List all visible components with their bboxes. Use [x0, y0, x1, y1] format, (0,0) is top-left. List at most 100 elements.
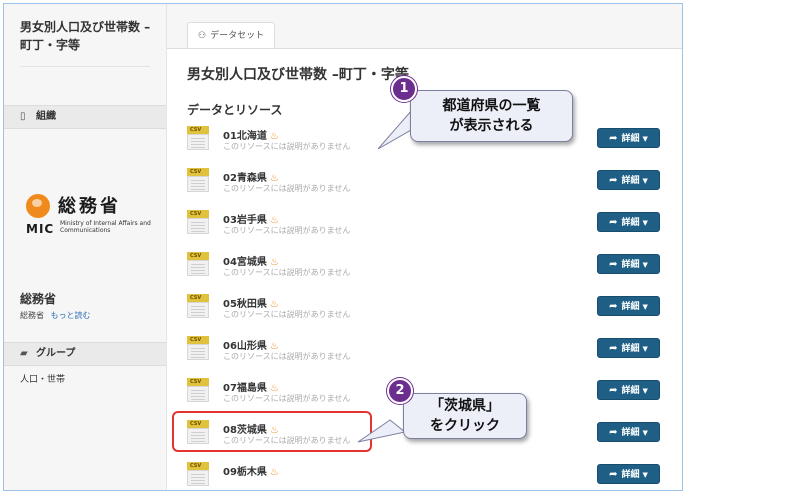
csv-file-icon: CSV — [187, 462, 209, 486]
caret-down-icon: ▼ — [642, 177, 648, 185]
caret-down-icon: ▼ — [642, 345, 648, 353]
sitemap-icon: ⚇ — [198, 31, 207, 41]
share-arrow-icon: ➦ — [609, 343, 618, 354]
details-button-label: 詳細 — [621, 386, 640, 396]
file-format-label: CSV — [187, 462, 209, 470]
step-badge-2: 2 — [387, 378, 413, 404]
tab-dataset[interactable]: ⚇ データセット — [187, 22, 276, 48]
org-logo[interactable]: 総務省 MIC Ministry of Internal Affairs and… — [26, 190, 156, 240]
details-button-label: 詳細 — [621, 302, 640, 312]
details-button[interactable]: ➦ 詳細 ▼ — [597, 422, 660, 442]
resource-description: このリソースには説明がありません — [223, 310, 351, 319]
resource-row[interactable]: CSV 05秋田県 ♨ このリソースには説明がありません ➦ 詳細 ▼ — [187, 292, 677, 326]
caret-down-icon: ▼ — [642, 471, 648, 479]
share-arrow-icon: ➦ — [609, 175, 618, 186]
file-format-label: CSV — [187, 126, 209, 134]
caret-down-icon: ▼ — [642, 303, 648, 311]
share-arrow-icon: ➦ — [609, 385, 618, 396]
resource-row[interactable]: CSV 09栃木県 ♨ ➦ 詳細 ▼ — [187, 460, 677, 490]
resource-name[interactable]: 09栃木県 ♨ — [223, 463, 279, 478]
caret-down-icon: ▼ — [642, 387, 648, 395]
logo-abbr: MIC — [26, 222, 55, 236]
resource-name-text: 09栃木県 — [223, 467, 267, 478]
resource-row[interactable]: CSV 03岩手県 ♨ このリソースには説明がありません ➦ 詳細 ▼ — [187, 208, 677, 242]
sidebar-dataset-title: 男女別人口及び世帯数 –町丁・字等 — [20, 20, 151, 52]
caret-down-icon: ▼ — [642, 429, 648, 437]
caret-down-icon: ▼ — [642, 261, 648, 269]
details-button-label: 詳細 — [621, 218, 640, 228]
org-description-text: 総務省 — [20, 311, 44, 320]
org-description: 総務省 もっと読む — [20, 310, 91, 321]
share-arrow-icon: ➦ — [609, 259, 618, 270]
building-icon: ▯ — [20, 111, 26, 122]
step-badge-1: 1 — [391, 76, 417, 102]
details-button[interactable]: ➦ 詳細 ▼ — [597, 170, 660, 190]
resource-name[interactable]: 01北海道 ♨ — [223, 127, 279, 142]
details-button[interactable]: ➦ 詳細 ▼ — [597, 212, 660, 232]
details-button[interactable]: ➦ 詳細 ▼ — [597, 338, 660, 358]
share-arrow-icon: ➦ — [609, 427, 618, 438]
divider — [20, 66, 150, 67]
page-title: 男女別人口及び世帯数 –町丁・字等 — [187, 67, 409, 83]
file-format-label: CSV — [187, 294, 209, 302]
share-arrow-icon: ➦ — [609, 133, 618, 144]
resource-name[interactable]: 06山形県 ♨ — [223, 337, 279, 352]
csv-file-icon: CSV — [187, 336, 209, 360]
callout-1-line2: が表示される — [449, 118, 534, 134]
details-button[interactable]: ➦ 詳細 ▼ — [597, 296, 660, 316]
details-button-label: 詳細 — [621, 176, 640, 186]
csv-file-icon: CSV — [187, 210, 209, 234]
tab-bar: ⚇ データセット — [167, 4, 682, 49]
resource-description: このリソースには説明がありません — [223, 268, 351, 277]
file-format-label: CSV — [187, 252, 209, 260]
resource-description: このリソースには説明がありません — [223, 142, 351, 151]
caret-down-icon: ▼ — [642, 219, 648, 227]
share-arrow-icon: ➦ — [609, 301, 618, 312]
csv-file-icon: CSV — [187, 294, 209, 318]
csv-file-icon: CSV — [187, 378, 209, 402]
csv-file-icon: CSV — [187, 168, 209, 192]
details-button-label: 詳細 — [621, 134, 640, 144]
resource-row[interactable]: CSV 02青森県 ♨ このリソースには説明がありません ➦ 詳細 ▼ — [187, 166, 677, 200]
resource-description: このリソースには説明がありません — [223, 352, 351, 361]
highlight-box — [172, 411, 372, 452]
resource-name[interactable]: 05秋田県 ♨ — [223, 295, 279, 310]
read-more-link[interactable]: もっと読む — [51, 311, 91, 320]
details-button[interactable]: ➦ 詳細 ▼ — [597, 254, 660, 274]
details-button[interactable]: ➦ 詳細 ▼ — [597, 128, 660, 148]
sidebar: 男女別人口及び世帯数 –町丁・字等 ▯ 組織 総務省 MIC Ministry … — [4, 4, 166, 490]
resource-row[interactable]: CSV 06山形県 ♨ このリソースには説明がありません ➦ 詳細 ▼ — [187, 334, 677, 368]
resource-name[interactable]: 02青森県 ♨ — [223, 169, 279, 184]
file-format-label: CSV — [187, 168, 209, 176]
caret-down-icon: ▼ — [642, 135, 648, 143]
share-arrow-icon: ➦ — [609, 217, 618, 228]
details-button-label: 詳細 — [621, 260, 640, 270]
org-name: 総務省 — [20, 292, 57, 306]
group-item[interactable]: 人口・世帯 — [20, 372, 65, 385]
details-button[interactable]: ➦ 詳細 ▼ — [597, 464, 660, 484]
folder-icon: ▰ — [20, 348, 28, 359]
csv-file-icon: CSV — [187, 126, 209, 150]
logo-kanji: 総務省 — [58, 196, 121, 217]
callout-1-line1: 都道府県の一覧 — [442, 98, 541, 114]
org-section-header: ▯ 組織 — [4, 105, 166, 129]
details-button-label: 詳細 — [621, 470, 640, 480]
resource-name[interactable]: 03岩手県 ♨ — [223, 211, 279, 226]
details-button[interactable]: ➦ 詳細 ▼ — [597, 380, 660, 400]
callout-2-line1: 「茨城県」 — [430, 398, 500, 414]
logo-english: Ministry of Internal Affairs and Communi… — [60, 220, 151, 234]
resource-name[interactable]: 04宮城県 ♨ — [223, 253, 279, 268]
resource-description: このリソースには説明がありません — [223, 394, 351, 403]
org-section-label: 組織 — [36, 111, 56, 122]
file-format-label: CSV — [187, 378, 209, 386]
details-button-label: 詳細 — [621, 344, 640, 354]
resource-row[interactable]: CSV 04宮城県 ♨ このリソースには説明がありません ➦ 詳細 ▼ — [187, 250, 677, 284]
callout-1: 都道府県の一覧 が表示される — [410, 90, 573, 142]
section-title: データとリソース — [187, 103, 283, 117]
details-button-label: 詳細 — [621, 428, 640, 438]
share-arrow-icon: ➦ — [609, 469, 618, 480]
resource-description: このリソースには説明がありません — [223, 226, 351, 235]
mic-emblem-icon — [26, 194, 50, 218]
resource-name[interactable]: 07福島県 ♨ — [223, 379, 279, 394]
file-format-label: CSV — [187, 336, 209, 344]
